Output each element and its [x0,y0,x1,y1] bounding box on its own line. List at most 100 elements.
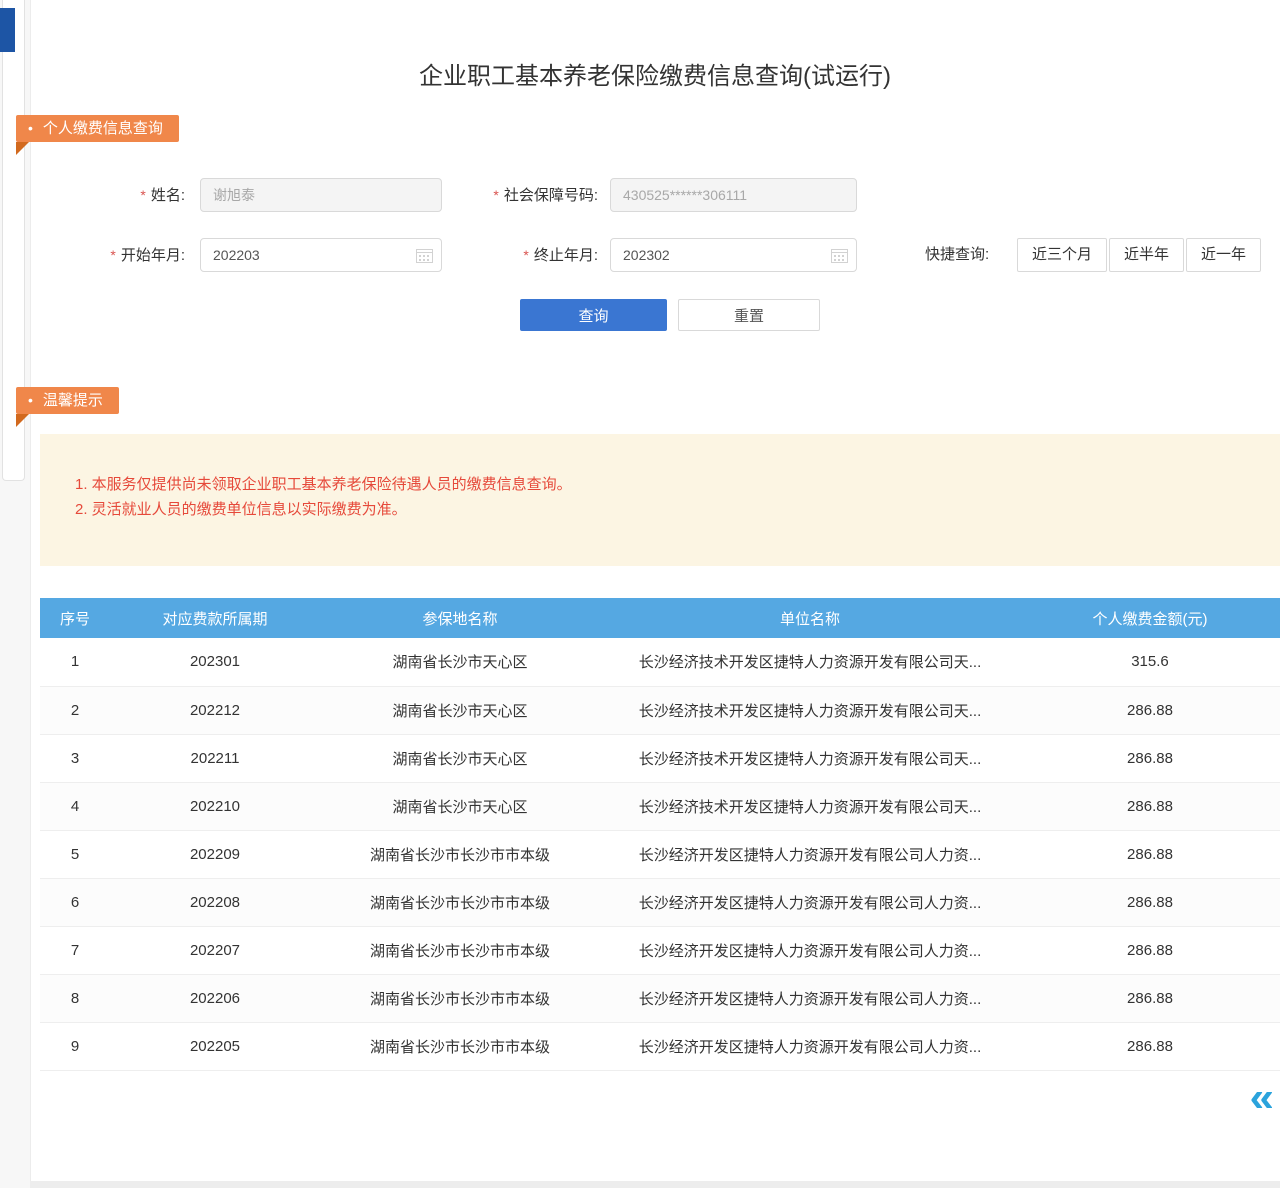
ribbon-fold [16,142,29,155]
row-index: 3 [40,734,110,782]
personal-amount: 315.6 [1020,638,1280,686]
fee-period: 202205 [110,1022,320,1070]
table-row: 8202206湖南省长沙市长沙市市本级长沙经济开发区捷特人力资源开发有限公司人力… [40,974,1280,1022]
column-header: 对应费款所属期 [110,598,320,638]
name-label: *姓名: [60,178,185,212]
query-button[interactable]: 查询 [520,299,667,331]
required-asterisk: * [523,247,528,263]
row-index: 4 [40,782,110,830]
fee-period: 202208 [110,878,320,926]
employer-name: 长沙经济开发区捷特人力资源开发有限公司人力资... [600,878,1020,926]
page: { "page": { "title": "企业职工基本养老保险缴费信息查询(试… [0,0,1280,1188]
required-asterisk: * [140,187,145,203]
column-header: 序号 [40,598,110,638]
quick-range-button[interactable]: 近半年 [1109,238,1184,272]
insured-place: 湖南省长沙市长沙市市本级 [320,878,600,926]
calendar-icon[interactable] [416,248,433,263]
table-row: 5202209湖南省长沙市长沙市市本级长沙经济开发区捷特人力资源开发有限公司人力… [40,830,1280,878]
bullet-icon: • [28,115,33,142]
fee-period: 202301 [110,638,320,686]
required-asterisk: * [110,247,115,263]
payment-table: 序号对应费款所属期参保地名称单位名称个人缴费金额(元) 1202301湖南省长沙… [40,598,1280,1071]
personal-amount: 286.88 [1020,926,1280,974]
fee-period: 202206 [110,974,320,1022]
end-month-label: *终止年月: [450,238,598,272]
table-row: 9202205湖南省长沙市长沙市市本级长沙经济开发区捷特人力资源开发有限公司人力… [40,1022,1280,1070]
table-body: 1202301湖南省长沙市天心区长沙经济技术开发区捷特人力资源开发有限公司天..… [40,638,1280,1070]
employer-name: 长沙经济技术开发区捷特人力资源开发有限公司天... [600,638,1020,686]
section-tag-personal-query: • 个人缴费信息查询 [16,115,179,142]
personal-amount: 286.88 [1020,686,1280,734]
table-row: 2202212湖南省长沙市天心区长沙经济技术开发区捷特人力资源开发有限公司天..… [40,686,1280,734]
notice-line: 2. 灵活就业人员的缴费单位信息以实际缴费为准。 [40,497,1280,522]
row-index: 5 [40,830,110,878]
ssn-field[interactable]: 430525******306111 [610,178,857,212]
employer-name: 长沙经济开发区捷特人力资源开发有限公司人力资... [600,830,1020,878]
fee-period: 202212 [110,686,320,734]
row-index: 2 [40,686,110,734]
insured-place: 湖南省长沙市长沙市市本级 [320,926,600,974]
section-tag-label: 个人缴费信息查询 [43,120,163,137]
quick-query-group: 近三个月近半年近一年 [1017,238,1261,272]
row-index: 9 [40,1022,110,1070]
personal-amount: 286.88 [1020,1022,1280,1070]
quick-range-button[interactable]: 近三个月 [1017,238,1107,272]
bullet-icon: • [28,387,33,414]
sidebar-blue-block [0,8,15,52]
column-header: 参保地名称 [320,598,600,638]
start-month-field[interactable]: 202203 [200,238,442,272]
insured-place: 湖南省长沙市天心区 [320,782,600,830]
personal-amount: 286.88 [1020,878,1280,926]
name-field[interactable]: 谢旭泰 [200,178,442,212]
row-index: 6 [40,878,110,926]
table-row: 7202207湖南省长沙市长沙市市本级长沙经济开发区捷特人力资源开发有限公司人力… [40,926,1280,974]
collapse-chevron-icon[interactable]: « [1250,1078,1274,1118]
left-rail [0,0,30,1188]
table-row: 4202210湖南省长沙市天心区长沙经济技术开发区捷特人力资源开发有限公司天..… [40,782,1280,830]
notice-box: 1. 本服务仅提供尚未领取企业职工基本养老保险待遇人员的缴费信息查询。 2. 灵… [40,434,1280,566]
insured-place: 湖南省长沙市长沙市市本级 [320,830,600,878]
reset-button[interactable]: 重置 [678,299,820,331]
calendar-icon[interactable] [831,248,848,263]
fee-period: 202209 [110,830,320,878]
row-index: 1 [40,638,110,686]
start-month-label: *开始年月: [60,238,185,272]
page-title: 企业职工基本养老保险缴费信息查询(试运行) [30,56,1280,91]
insured-place: 湖南省长沙市天心区 [320,638,600,686]
personal-amount: 286.88 [1020,830,1280,878]
insured-place: 湖南省长沙市长沙市市本级 [320,1022,600,1070]
column-header: 个人缴费金额(元) [1020,598,1280,638]
insured-place: 湖南省长沙市天心区 [320,734,600,782]
table-row: 1202301湖南省长沙市天心区长沙经济技术开发区捷特人力资源开发有限公司天..… [40,638,1280,686]
table-header-row: 序号对应费款所属期参保地名称单位名称个人缴费金额(元) [40,598,1280,638]
employer-name: 长沙经济开发区捷特人力资源开发有限公司人力资... [600,974,1020,1022]
table-row: 6202208湖南省长沙市长沙市市本级长沙经济开发区捷特人力资源开发有限公司人力… [40,878,1280,926]
fee-period: 202207 [110,926,320,974]
table-row: 3202211湖南省长沙市天心区长沙经济技术开发区捷特人力资源开发有限公司天..… [40,734,1280,782]
employer-name: 长沙经济技术开发区捷特人力资源开发有限公司天... [600,686,1020,734]
quick-range-button[interactable]: 近一年 [1186,238,1261,272]
quick-query-label: 快捷查询: [925,238,989,272]
column-header: 单位名称 [600,598,1020,638]
fee-period: 202211 [110,734,320,782]
fee-period: 202210 [110,782,320,830]
personal-amount: 286.88 [1020,734,1280,782]
bottom-edge-strip [30,1181,1280,1188]
end-month-field[interactable]: 202302 [610,238,857,272]
employer-name: 长沙经济开发区捷特人力资源开发有限公司人力资... [600,1022,1020,1070]
employer-name: 长沙经济开发区捷特人力资源开发有限公司人力资... [600,926,1020,974]
required-asterisk: * [493,187,498,203]
notice-line: 1. 本服务仅提供尚未领取企业职工基本养老保险待遇人员的缴费信息查询。 [40,434,1280,497]
insured-place: 湖南省长沙市天心区 [320,686,600,734]
personal-amount: 286.88 [1020,974,1280,1022]
row-index: 7 [40,926,110,974]
ssn-label: *社会保障号码: [450,178,598,212]
employer-name: 长沙经济技术开发区捷特人力资源开发有限公司天... [600,782,1020,830]
ribbon-fold [16,414,29,427]
section-tag-label: 温馨提示 [43,392,103,409]
insured-place: 湖南省长沙市长沙市市本级 [320,974,600,1022]
section-tag-tips: • 温馨提示 [16,387,119,414]
row-index: 8 [40,974,110,1022]
employer-name: 长沙经济技术开发区捷特人力资源开发有限公司天... [600,734,1020,782]
personal-amount: 286.88 [1020,782,1280,830]
